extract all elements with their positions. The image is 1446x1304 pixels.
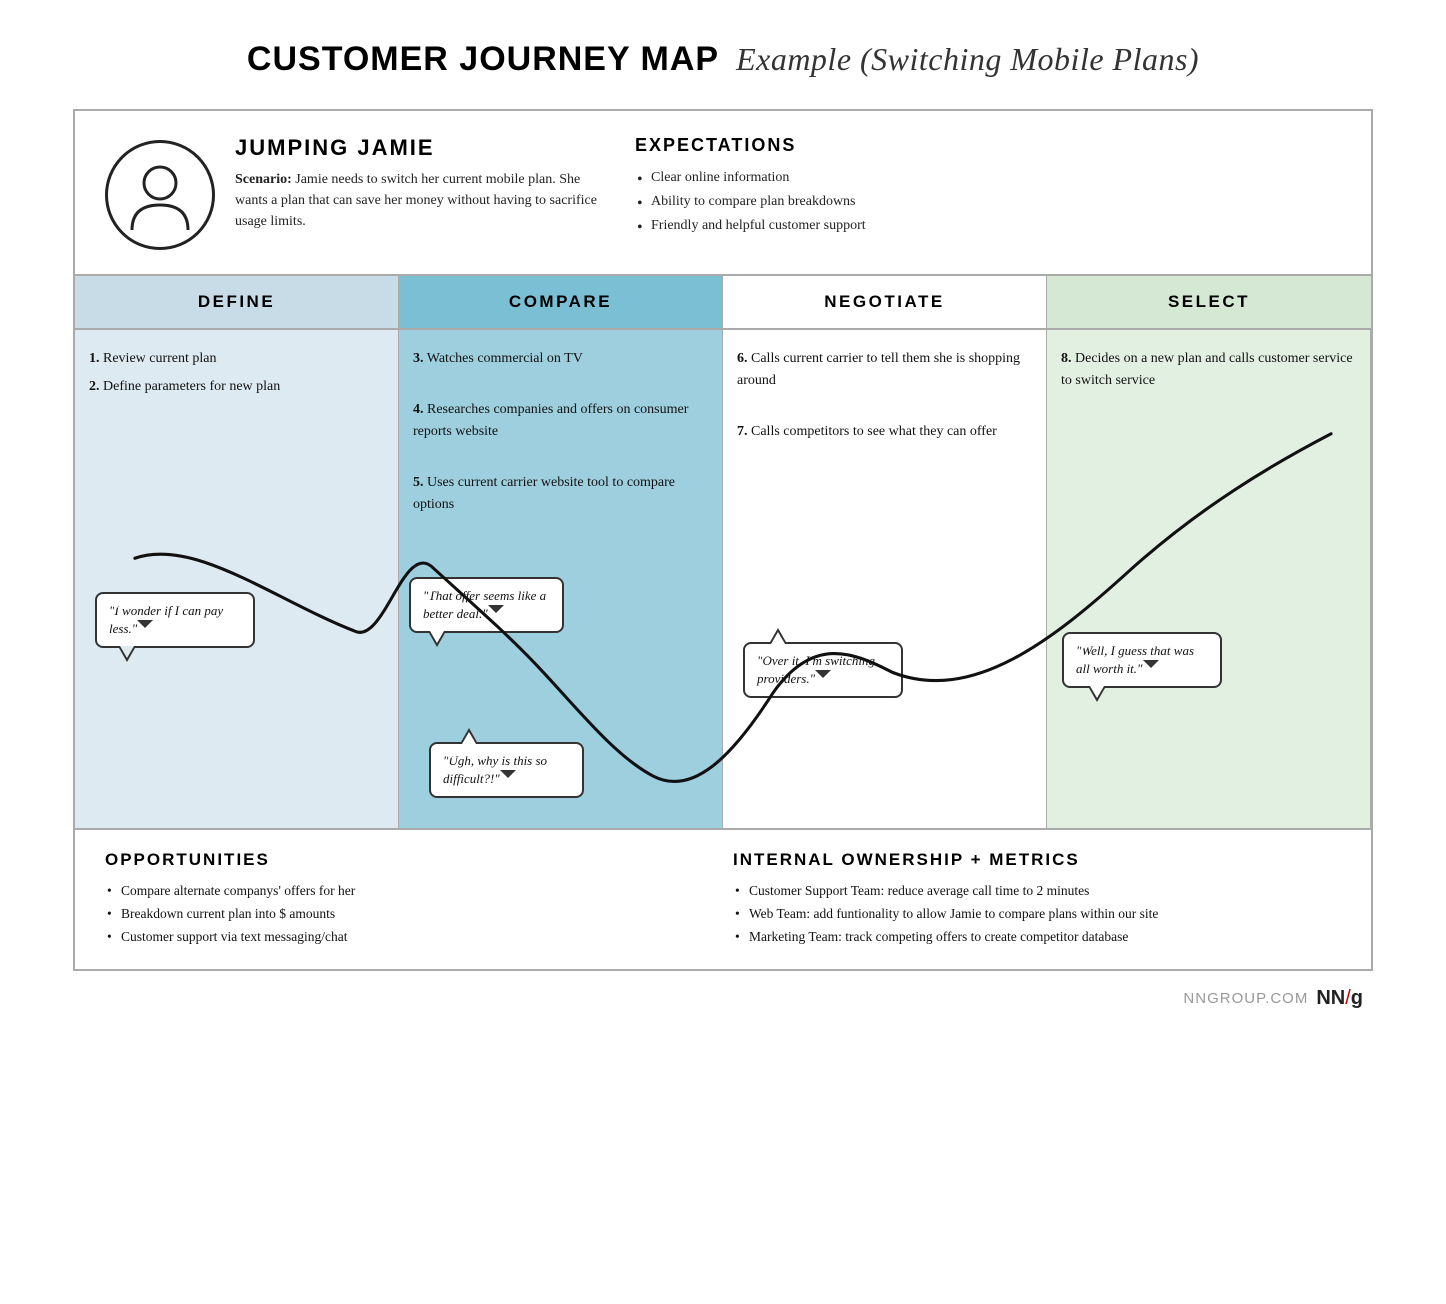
list-item: Compare alternate companys' offers for h… [105,880,713,903]
define-step-2: 2. Define parameters for new plan [89,376,384,398]
stage-negotiate-header: NEGOTIATE [723,276,1047,328]
negotiate-step-7: 7. Calls competitors to see what they ca… [737,421,1032,443]
internal-list: Customer Support Team: reduce average ca… [733,880,1341,949]
journey-col-select: 8. Decides on a new plan and calls custo… [1047,330,1371,828]
negotiate-bubble: "Over it. I'm switching providers." [743,642,903,698]
define-step-1: 1. Review current plan [89,348,384,370]
journey-col-define: 1. Review current plan 2. Define paramet… [75,330,399,828]
select-bubble: "Well, I guess that was all worth it." [1062,632,1222,688]
title-bold: CUSTOMER JOURNEY MAP [247,40,719,78]
compare-content: 3. Watches commercial on TV 4. Researche… [413,348,708,517]
avatar [105,140,215,250]
list-item: Clear online information [635,166,1341,190]
compare-bubble2-text: "Ugh, why is this so difficult?!" [443,753,547,786]
opportunities-panel: OPPORTUNITIES Compare alternate companys… [105,850,713,949]
list-item: Ability to compare plan breakdowns [635,190,1341,214]
branding: NNGROUP.COM NN/g [73,987,1373,1010]
define-bubble: "I wonder if I can pay less." [95,592,255,648]
negotiate-bubble-text: "Over it. I'm switching providers." [757,653,875,686]
compare-step-3: 3. Watches commercial on TV [413,348,708,370]
negotiate-step-6: 6. Calls current carrier to tell them sh… [737,348,1032,393]
stage-select-header: SELECT [1047,276,1371,328]
select-step-8: 8. Decides on a new plan and calls custo… [1061,348,1356,393]
opportunities-title: OPPORTUNITIES [105,850,713,870]
compare-step-4: 4. Researches companies and offers on co… [413,399,708,444]
list-item: Friendly and helpful customer support [635,214,1341,238]
compare-bubble2: "Ugh, why is this so difficult?!" [429,742,584,798]
compare-step-5: 5. Uses current carrier website tool to … [413,472,708,517]
main-container: JUMPING JAMIE Scenario: Jamie needs to s… [73,109,1373,971]
compare-bubble1: "That offer seems like a better deal." [409,577,564,633]
bottom-section: OPPORTUNITIES Compare alternate companys… [75,830,1371,969]
persona-name: JUMPING JAMIE [235,135,615,161]
title-italic: Example (Switching Mobile Plans) [736,41,1199,77]
branding-url: NNGROUP.COM [1183,990,1308,1007]
scenario-label: Scenario: [235,172,292,187]
compare-bubble1-text: "That offer seems like a better deal." [423,588,546,621]
expectations-list: Clear online information Ability to comp… [635,166,1341,237]
internal-panel: INTERNAL OWNERSHIP + METRICS Customer Su… [733,850,1341,949]
select-bubble-text: "Well, I guess that was all worth it." [1076,643,1194,676]
opportunities-list: Compare alternate companys' offers for h… [105,880,713,949]
negotiate-content: 6. Calls current carrier to tell them sh… [737,348,1032,444]
persona-section: JUMPING JAMIE Scenario: Jamie needs to s… [75,111,1371,276]
define-content: 1. Review current plan 2. Define paramet… [89,348,384,399]
stage-compare-header: COMPARE [399,276,723,328]
expectations-section: EXPECTATIONS Clear online information Ab… [635,135,1341,237]
journey-col-negotiate: 6. Calls current carrier to tell them sh… [723,330,1047,828]
list-item: Web Team: add funtionality to allow Jami… [733,903,1341,926]
branding-logo: NN/g [1316,987,1363,1010]
select-content: 8. Decides on a new plan and calls custo… [1061,348,1356,393]
expectations-title: EXPECTATIONS [635,135,1341,156]
list-item: Customer Support Team: reduce average ca… [733,880,1341,903]
stages-row: DEFINE COMPARE NEGOTIATE SELECT [75,276,1371,330]
journey-area: 1. Review current plan 2. Define paramet… [75,330,1371,830]
list-item: Marketing Team: track competing offers t… [733,926,1341,949]
stage-define-header: DEFINE [75,276,399,328]
persona-scenario: Scenario: Jamie needs to switch her curr… [235,169,615,232]
persona-info: JUMPING JAMIE Scenario: Jamie needs to s… [235,135,615,232]
internal-title: INTERNAL OWNERSHIP + METRICS [733,850,1341,870]
page-title: CUSTOMER JOURNEY MAP Example (Switching … [247,40,1199,79]
journey-col-compare: 3. Watches commercial on TV 4. Researche… [399,330,723,828]
list-item: Breakdown current plan into $ amounts [105,903,713,926]
define-bubble-text: "I wonder if I can pay less." [109,603,223,636]
list-item: Customer support via text messaging/chat [105,926,713,949]
